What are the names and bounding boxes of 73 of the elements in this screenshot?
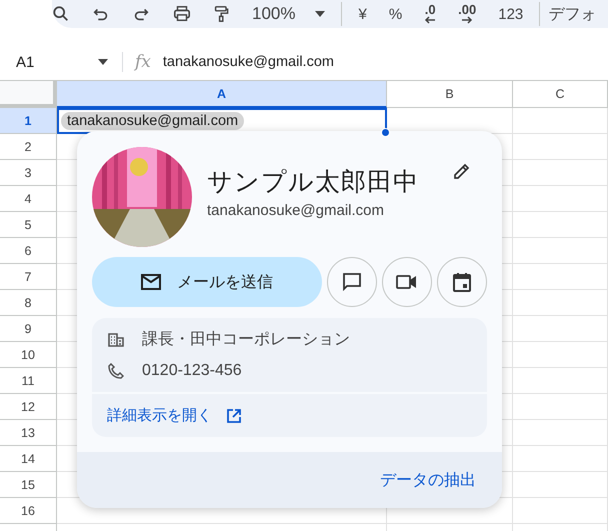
- row-header[interactable]: 7: [0, 264, 57, 290]
- row-header[interactable]: 10: [0, 342, 57, 368]
- grid-cell[interactable]: [513, 238, 608, 264]
- format-button[interactable]: 123: [498, 6, 524, 22]
- caret-icon: [315, 11, 326, 17]
- column-header[interactable]: B: [387, 81, 513, 108]
- decrease-decimal-button[interactable]: .0: [424, 4, 436, 24]
- grid-cell[interactable]: [513, 420, 608, 446]
- open-details-link[interactable]: 詳細表示を開く: [92, 394, 242, 437]
- column-header[interactable]: A: [57, 81, 387, 108]
- grid-cell[interactable]: [513, 342, 608, 368]
- format-button[interactable]: %: [388, 6, 402, 22]
- pencil-icon[interactable]: [452, 161, 472, 181]
- function-label: fx: [135, 52, 151, 72]
- grid-cell[interactable]: [513, 160, 608, 186]
- calendar-icon: [453, 272, 471, 292]
- row-header[interactable]: 3: [0, 160, 57, 186]
- phone-icon: [108, 362, 124, 378]
- left-arrow-icon: [424, 16, 436, 24]
- row-header[interactable]: 5: [0, 212, 57, 238]
- zoom-dropdown[interactable]: 100%: [252, 4, 326, 24]
- grid-cell[interactable]: [513, 290, 608, 316]
- paint-roller-icon[interactable]: [214, 4, 230, 24]
- row-header[interactable]: 11: [0, 368, 57, 394]
- grid-cell[interactable]: [513, 472, 608, 498]
- envelope-icon: [141, 274, 161, 290]
- video-camera-icon: [396, 274, 418, 290]
- contact-name: サンプル太郎田中: [207, 167, 419, 198]
- grid-cell[interactable]: [513, 186, 608, 212]
- job-title: 課長・田中コーポレーション: [142, 330, 350, 350]
- column-header[interactable]: C: [513, 81, 608, 108]
- row-header[interactable]: 6: [0, 238, 57, 264]
- row-header[interactable]: 13: [0, 420, 57, 446]
- row-header[interactable]: 14: [0, 446, 57, 472]
- grid-cell[interactable]: [513, 316, 608, 342]
- row-header[interactable]: 15: [0, 472, 57, 498]
- fill-handle[interactable]: [381, 128, 390, 137]
- external-link-icon: [226, 408, 242, 424]
- send-email-button[interactable]: メールを送信: [92, 257, 322, 307]
- extract-data-link[interactable]: データの抽出: [380, 470, 476, 490]
- chat-bubble-icon: [342, 272, 362, 292]
- grid-cell[interactable]: [513, 446, 608, 472]
- row-header[interactable]: 2: [0, 134, 57, 160]
- grid-cell[interactable]: [513, 134, 608, 160]
- building-icon: [108, 332, 124, 346]
- email-chip[interactable]: tanakanosuke@gmail.com: [61, 112, 244, 130]
- increase-decimal-button[interactable]: .00: [458, 4, 476, 24]
- video-call-button[interactable]: [382, 257, 432, 307]
- caret-icon: [98, 59, 108, 65]
- search-icon[interactable]: [52, 5, 70, 23]
- grid-cell[interactable]: [513, 212, 608, 238]
- row-header[interactable]: 16: [0, 498, 57, 524]
- printer-icon[interactable]: [172, 5, 192, 23]
- row-header[interactable]: 9: [0, 316, 57, 342]
- cell-reference-box[interactable]: A1: [16, 54, 116, 70]
- calendar-button[interactable]: [437, 257, 487, 307]
- grid-cell[interactable]: [513, 498, 608, 524]
- contact-email: tanakanosuke@gmail.com: [207, 202, 385, 219]
- format-button[interactable]: ¥: [358, 6, 367, 22]
- right-arrow-icon: [461, 16, 474, 24]
- chat-button[interactable]: [327, 257, 377, 307]
- select-all-corner[interactable]: [0, 81, 57, 108]
- grid-cell[interactable]: [513, 394, 608, 420]
- font-dropdown[interactable]: デフォ: [548, 4, 596, 24]
- phone-number: 0120-123-456: [142, 362, 242, 380]
- grid-cell[interactable]: [513, 108, 608, 134]
- grid-cell[interactable]: [513, 368, 608, 394]
- row-header[interactable]: 4: [0, 186, 57, 212]
- grid-cell[interactable]: [513, 264, 608, 290]
- row-header[interactable]: 8: [0, 290, 57, 316]
- row-header[interactable]: 1: [0, 108, 57, 134]
- row-header[interactable]: 12: [0, 394, 57, 420]
- formula-input[interactable]: tanakanosuke@gmail.com: [162, 54, 334, 70]
